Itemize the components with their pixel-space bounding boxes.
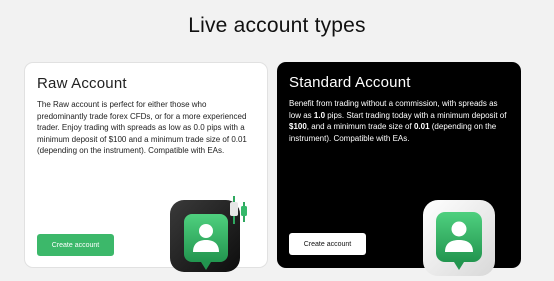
raw-account-description: The Raw account is perfect for either th… <box>37 100 247 155</box>
standard-desc-part: , and a minimum trade size of <box>306 122 414 131</box>
account-types-section: Live account types Raw Account The Raw a… <box>0 0 554 281</box>
page-title: Live account types <box>188 14 366 37</box>
raw-create-account-button[interactable]: Create account <box>37 234 114 256</box>
standard-desc-trade-size: 0.01 <box>413 122 430 131</box>
standard-create-account-button[interactable]: Create account <box>289 233 366 255</box>
standard-desc-part: pips. Start trading today with a minimum… <box>325 110 507 120</box>
trader-chart-icon <box>168 196 254 281</box>
standard-desc-deposit: $100 <box>289 122 307 131</box>
standard-account-title: Standard Account <box>289 74 411 91</box>
standard-account-description: Benefit from trading without a commissio… <box>289 98 509 144</box>
raw-account-title: Raw Account <box>37 75 127 92</box>
standard-desc-spread: 1.0 <box>313 110 326 120</box>
user-badge-icon <box>420 198 500 281</box>
